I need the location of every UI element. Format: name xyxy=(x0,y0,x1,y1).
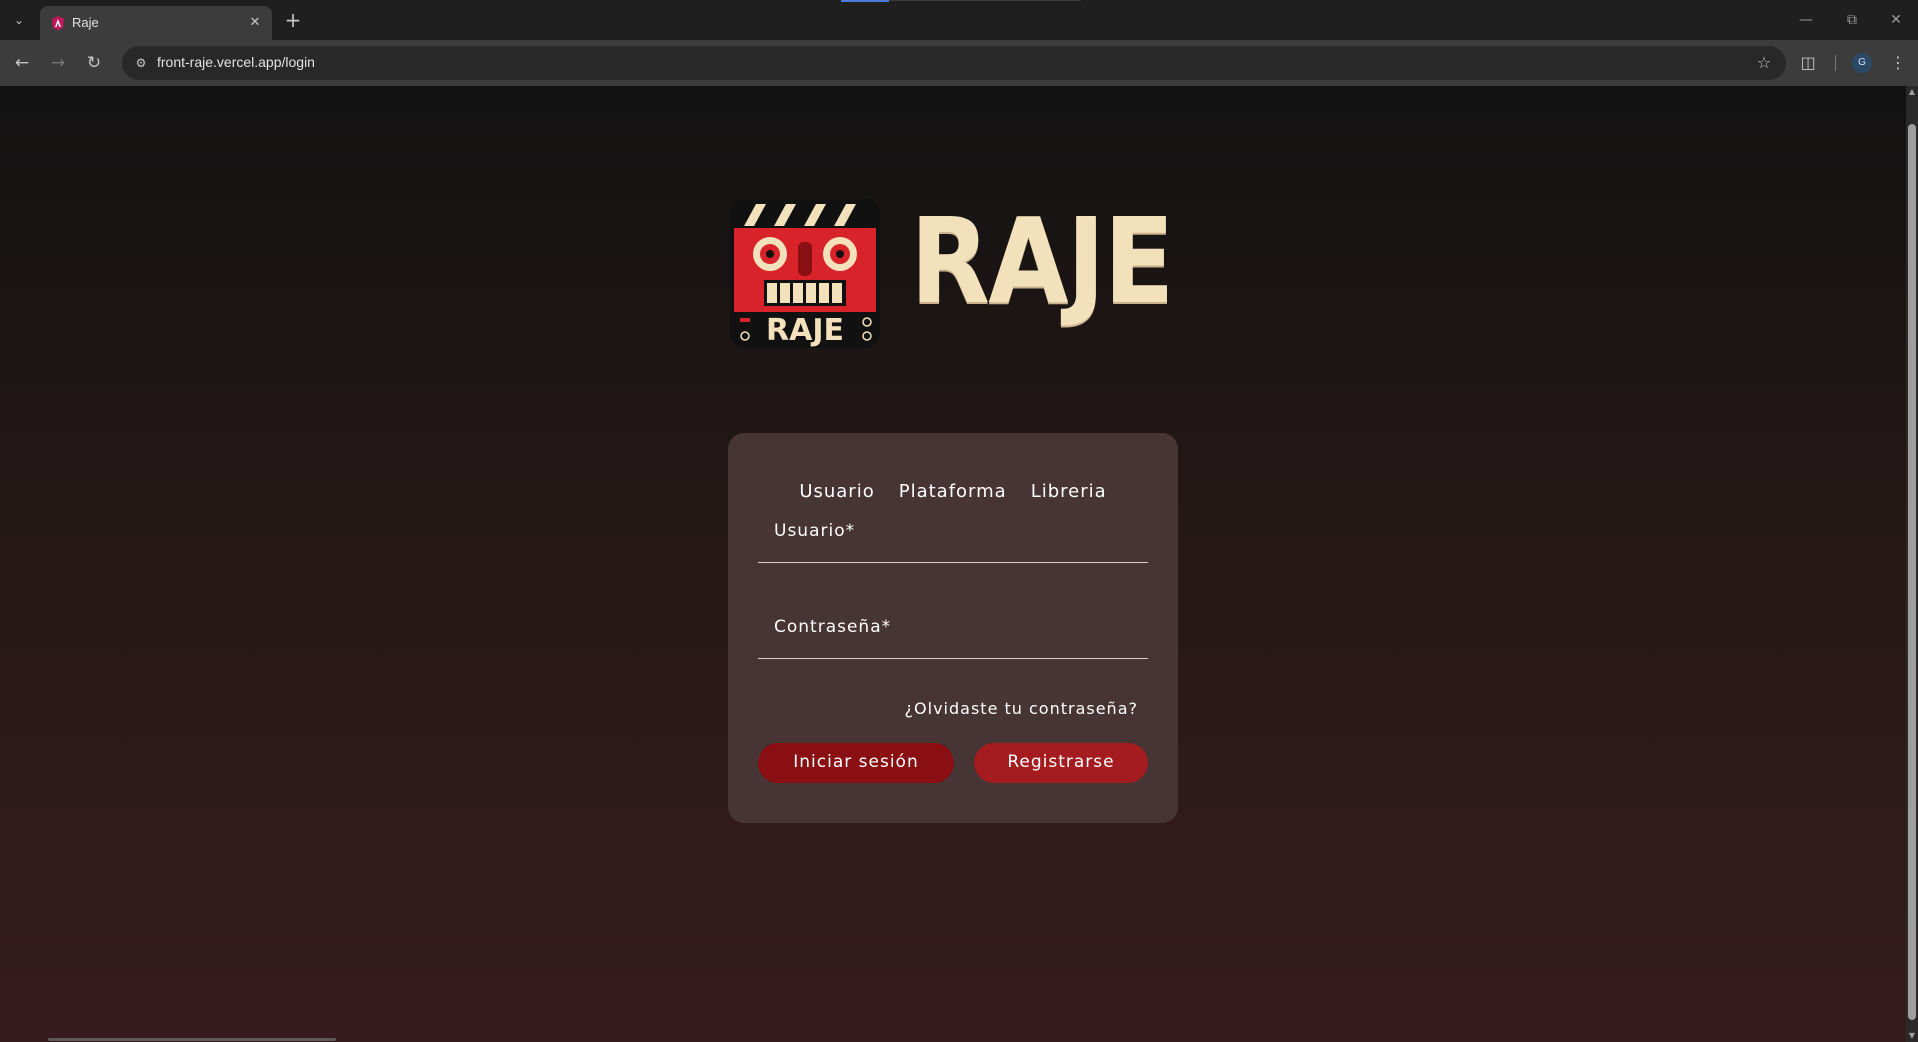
reload-icon[interactable]: ↻ xyxy=(80,49,108,77)
scroll-thumb[interactable] xyxy=(1908,124,1916,1020)
tab-plataforma[interactable]: Plataforma xyxy=(899,481,1007,502)
tab-search-chevron-icon[interactable]: ⌄ xyxy=(6,8,32,32)
logo-lettering: RAJE xyxy=(766,313,844,348)
toolbar-divider xyxy=(1835,55,1836,71)
vertical-scrollbar[interactable]: ▲ ▼ xyxy=(1906,86,1918,1042)
profile-avatar[interactable]: G xyxy=(1852,53,1872,73)
tab-libreria[interactable]: Libreria xyxy=(1031,481,1107,502)
raje-favicon-icon xyxy=(52,16,64,30)
site-info-icon[interactable]: ⚙ xyxy=(130,52,152,74)
minimize-icon[interactable]: — xyxy=(1788,6,1824,34)
horizontal-scroll-thumb[interactable] xyxy=(48,1038,336,1041)
browser-tab[interactable]: Raje ✕ xyxy=(40,6,272,40)
register-button[interactable]: Registrarse xyxy=(974,743,1148,783)
forward-arrow-icon[interactable]: → xyxy=(44,49,72,77)
close-tab-icon[interactable]: ✕ xyxy=(246,14,264,32)
tab-strip: ⌄ Raje ✕ + — ⧉ ✕ xyxy=(0,0,1918,40)
tab-usuario[interactable]: Usuario xyxy=(799,481,874,502)
scroll-up-icon[interactable]: ▲ xyxy=(1906,86,1918,98)
tab-title: Raje xyxy=(72,15,99,30)
address-bar[interactable]: ⚙ front-raje.vercel.app/login ☆ xyxy=(122,46,1786,80)
login-button[interactable]: Iniciar sesión xyxy=(758,743,954,783)
password-label: Contraseña* xyxy=(774,617,892,637)
close-window-icon[interactable]: ✕ xyxy=(1878,6,1914,34)
raje-logo-icon: RAJE xyxy=(730,198,880,348)
new-tab-icon[interactable]: + xyxy=(280,8,306,34)
tab-strip-indicator-track xyxy=(889,0,1081,1)
menu-kebab-icon[interactable]: ⋮ xyxy=(1884,49,1912,77)
url-text[interactable]: front-raje.vercel.app/login xyxy=(157,54,315,70)
password-field[interactable]: Contraseña* xyxy=(758,609,1148,659)
tab-strip-indicator xyxy=(841,0,889,2)
forgot-password-link[interactable]: ¿Olvidaste tu contraseña? xyxy=(905,699,1138,718)
back-arrow-icon[interactable]: ← xyxy=(8,49,36,77)
extensions-puzzle-icon[interactable]: ◫ xyxy=(1794,49,1822,77)
username-label: Usuario* xyxy=(774,521,856,541)
bookmark-star-icon[interactable]: ☆ xyxy=(1752,51,1776,75)
scroll-down-icon[interactable]: ▼ xyxy=(1906,1030,1918,1042)
browser-toolbar: ← → ↻ ⚙ front-raje.vercel.app/login ☆ ◫ … xyxy=(0,40,1918,86)
username-field[interactable]: Usuario* xyxy=(758,513,1148,563)
raje-wordmark: RAJE xyxy=(910,192,1175,330)
login-card: Usuario Plataforma Libreria Usuario* Con… xyxy=(728,433,1178,823)
login-type-tabs: Usuario Plataforma Libreria xyxy=(728,481,1178,502)
restore-icon[interactable]: ⧉ xyxy=(1834,6,1870,34)
